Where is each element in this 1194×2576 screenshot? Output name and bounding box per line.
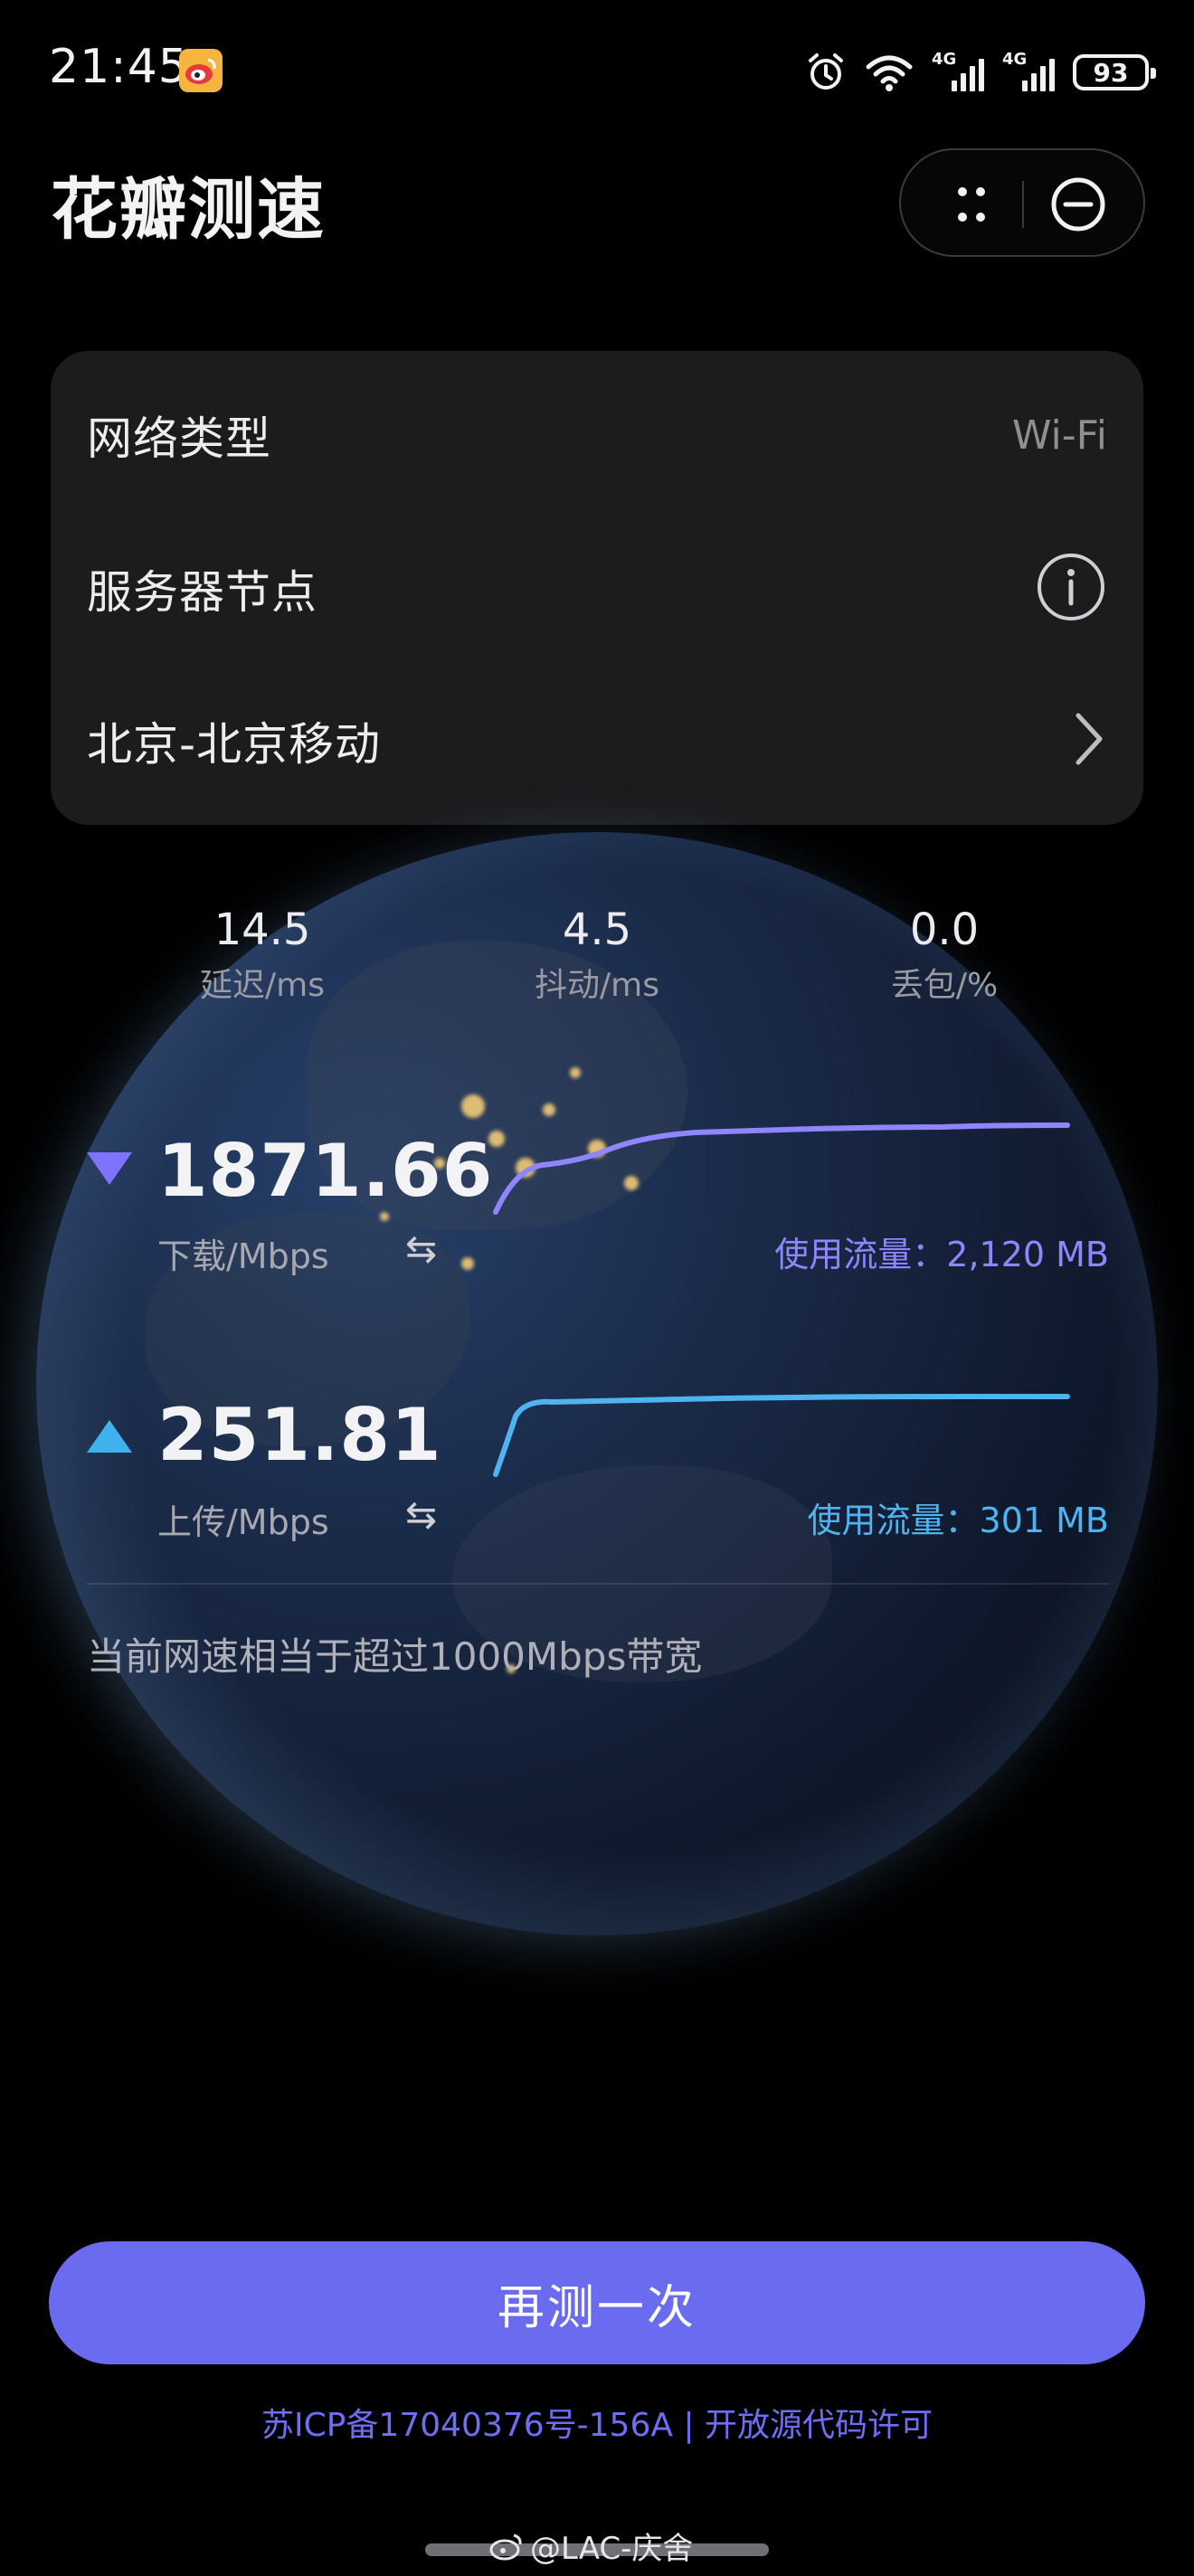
latency-unit: 延迟/ms xyxy=(200,967,325,1004)
jitter-unit: 抖动/ms xyxy=(535,967,659,1004)
server-node-value: 北京-北京移动 xyxy=(87,718,382,771)
packet-loss-unit: 丢包/% xyxy=(890,967,999,1004)
download-unit: 下载/Mbps xyxy=(157,1236,329,1276)
download-speed-line xyxy=(493,1122,1070,1215)
battery-level: 93 xyxy=(1093,57,1129,88)
download-unit-toggle-icon[interactable]: ⇆ xyxy=(405,1226,437,1271)
icp-license-link[interactable]: 苏ICP备17040376号-156A | 开放源代码许可 xyxy=(0,2399,1194,2446)
speedtest-screen: 21:45 4G 4G 93 花瓣测速 网络类型 Wi-Fi 服务器节点 北京-… xyxy=(0,0,1194,2576)
jitter-stat: 4.5 抖动/ms xyxy=(479,904,715,1006)
network-type-label: 网络类型 xyxy=(87,412,271,465)
network-type-value: Wi-Fi xyxy=(1012,412,1107,459)
capsule-divider xyxy=(1022,181,1024,228)
server-node-row: 服务器节点 xyxy=(87,530,1107,648)
upload-unit-toggle-icon[interactable]: ⇆ xyxy=(405,1492,437,1537)
miniapp-capsule xyxy=(899,148,1145,257)
cellular-signal-1-icon: 4G xyxy=(932,50,984,93)
server-select-row[interactable]: 北京-北京移动 xyxy=(87,682,1107,800)
latency-stat: 14.5 延迟/ms xyxy=(145,904,380,1006)
status-time: 21:45 xyxy=(49,40,189,94)
city-light xyxy=(570,1067,581,1078)
network-info-card: 网络类型 Wi-Fi 服务器节点 北京-北京移动 xyxy=(51,351,1143,825)
page-title: 花瓣测速 xyxy=(51,171,326,249)
more-dots-icon[interactable] xyxy=(944,177,999,232)
city-light xyxy=(380,1212,389,1221)
divider xyxy=(87,1583,1109,1585)
status-bar: 21:45 4G 4G 93 xyxy=(0,0,1194,145)
upload-speed-line xyxy=(493,1394,1070,1477)
jitter-value: 4.5 xyxy=(562,904,632,955)
cellular-signal-2-icon: 4G xyxy=(1002,50,1055,93)
packet-loss-stat: 0.0 丢包/% xyxy=(827,904,1062,1006)
alarm-icon xyxy=(809,53,843,90)
download-speed: 1871.66 xyxy=(157,1129,494,1213)
retest-button[interactable]: 再测一次 xyxy=(49,2241,1145,2364)
upload-unit: 上传/Mbps xyxy=(157,1502,329,1542)
server-node-label: 服务器节点 xyxy=(87,566,317,619)
speed-summary-text: 当前网速相当于超过1000Mbps带宽 xyxy=(87,1634,703,1679)
watermark-text: @LAC-庆舍 xyxy=(530,2531,694,2567)
upload-speed-chart xyxy=(493,1394,1070,1477)
city-light xyxy=(461,1094,485,1118)
info-icon[interactable] xyxy=(1035,551,1107,627)
battery-icon: 93 xyxy=(1073,54,1156,90)
network-type-row: 网络类型 Wi-Fi xyxy=(87,376,1107,494)
weibo-icon xyxy=(179,49,223,92)
latency-value: 14.5 xyxy=(213,904,311,955)
upload-speed: 251.81 xyxy=(157,1393,442,1477)
upload-arrow-icon xyxy=(87,1420,132,1453)
minus-circle-icon[interactable] xyxy=(1049,175,1107,233)
wifi-icon xyxy=(866,55,913,91)
weibo-watermark-icon xyxy=(489,2533,522,2560)
download-arrow-icon xyxy=(87,1152,132,1185)
packet-loss-value: 0.0 xyxy=(909,904,980,955)
upload-data-usage: 使用流量：301 MB xyxy=(807,1501,1109,1540)
chevron-right-icon xyxy=(1071,710,1107,772)
status-icons: 4G 4G 93 xyxy=(805,49,1156,96)
watermark: @LAC-庆舍 xyxy=(488,2524,693,2568)
download-data-usage: 使用流量：2,120 MB xyxy=(774,1235,1109,1274)
city-light xyxy=(461,1257,474,1270)
